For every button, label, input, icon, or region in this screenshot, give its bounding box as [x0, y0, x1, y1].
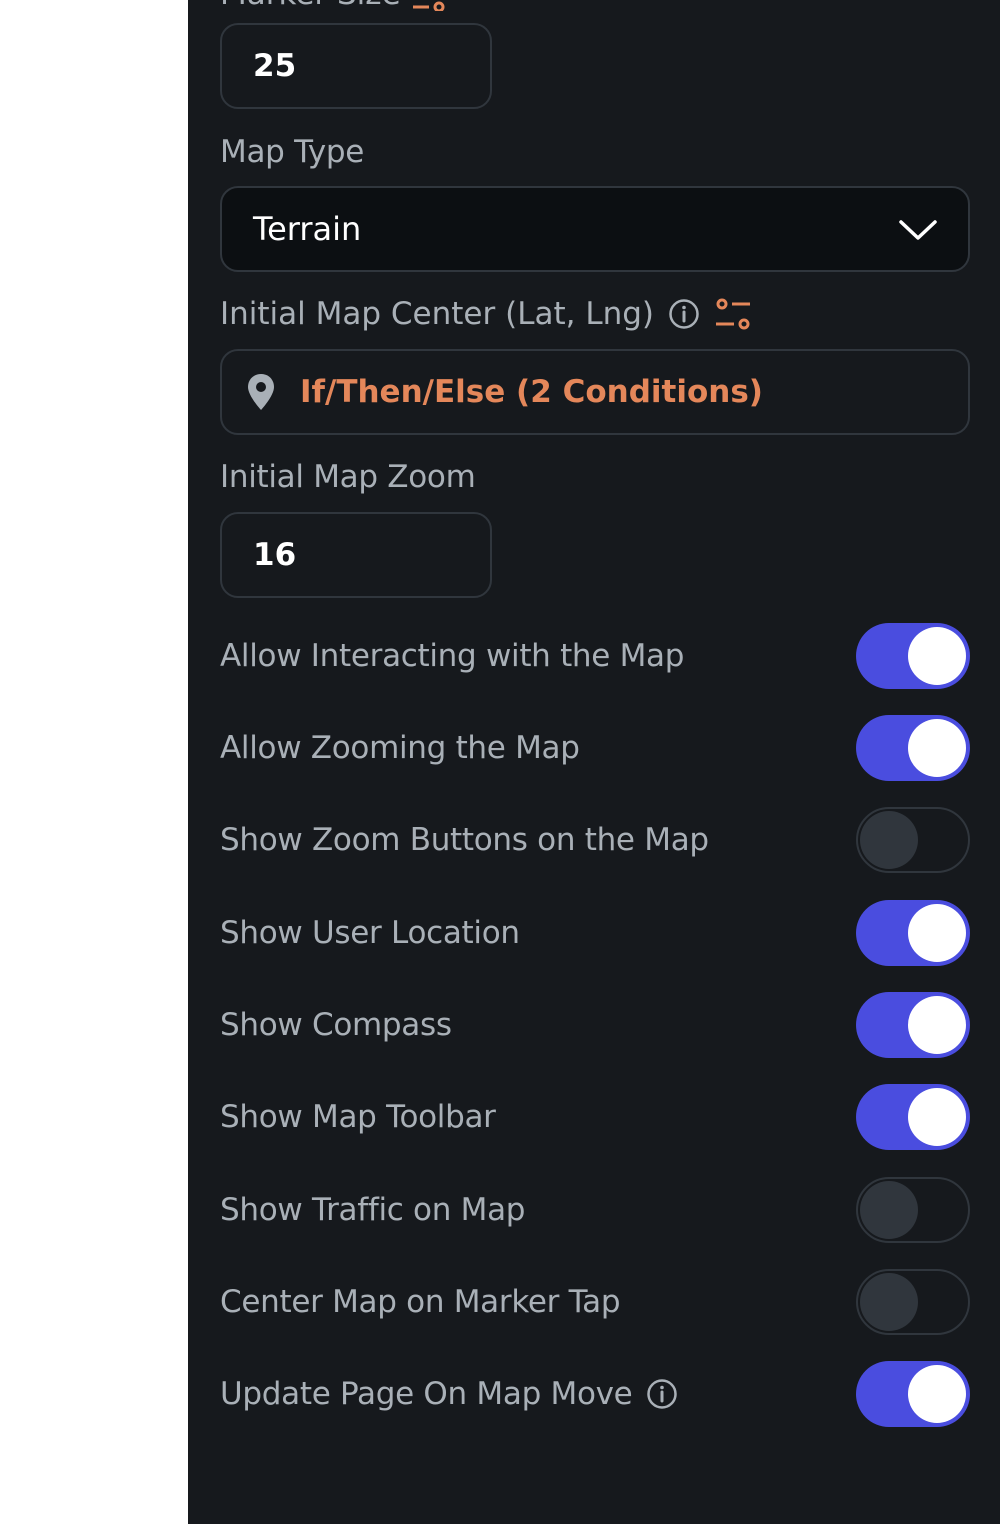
show-compass-toggle[interactable]	[856, 992, 970, 1058]
info-icon[interactable]	[668, 298, 700, 330]
initial-map-zoom-input[interactable]: 16	[220, 512, 492, 598]
marker-size-label: Marker Size	[220, 0, 401, 12]
toggle-label: Allow Zooming the Map	[220, 730, 580, 766]
toggle-row-show-user-location: Show User Location	[220, 900, 970, 966]
allow-zooming-toggle[interactable]	[856, 715, 970, 781]
toggle-label: Update Page On Map Move	[220, 1376, 633, 1412]
toggle-knob	[908, 719, 966, 777]
variable-settings-icon[interactable]	[714, 297, 752, 331]
toggle-knob	[860, 811, 918, 869]
app-canvas: Marker Size 25 Map Type Terrain Initial …	[0, 0, 1000, 1524]
toggle-label: Show Zoom Buttons on the Map	[220, 822, 709, 858]
initial-map-center-value: If/Then/Else (2 Conditions)	[300, 374, 763, 410]
show-user-location-toggle[interactable]	[856, 900, 970, 966]
toggle-label: Allow Interacting with the Map	[220, 638, 685, 674]
toggle-knob	[908, 904, 966, 962]
map-properties-panel: Marker Size 25 Map Type Terrain Initial …	[188, 0, 1000, 1524]
toggle-row-update-page-on-move: Update Page On Map Move	[220, 1361, 970, 1427]
allow-interacting-toggle[interactable]	[856, 623, 970, 689]
location-pin-icon	[248, 374, 274, 410]
map-type-selected: Terrain	[253, 210, 362, 248]
map-type-label: Map Type	[220, 134, 365, 170]
toggle-knob	[908, 996, 966, 1054]
toggle-row-show-map-toolbar: Show Map Toolbar	[220, 1084, 970, 1150]
toggle-row-center-on-marker-tap: Center Map on Marker Tap	[220, 1269, 970, 1335]
map-type-select[interactable]: Terrain	[220, 186, 970, 272]
initial-map-center-label-row: Initial Map Center (Lat, Lng)	[220, 296, 752, 332]
toggle-knob	[860, 1273, 918, 1331]
toggle-row-allow-zooming: Allow Zooming the Map	[220, 715, 970, 781]
toggle-row-show-zoom-buttons: Show Zoom Buttons on the Map	[220, 807, 970, 873]
info-icon[interactable]	[646, 1378, 678, 1410]
toggle-knob	[908, 627, 966, 685]
toggle-label: Show Compass	[220, 1007, 452, 1043]
marker-size-input[interactable]: 25	[220, 23, 492, 109]
canvas-area	[0, 0, 188, 1524]
toggle-label: Center Map on Marker Tap	[220, 1284, 621, 1320]
toggle-knob	[860, 1181, 918, 1239]
toggle-label-row: Update Page On Map Move	[220, 1376, 678, 1412]
toggle-knob	[908, 1088, 966, 1146]
toggle-row-show-compass: Show Compass	[220, 992, 970, 1058]
initial-map-zoom-value: 16	[253, 537, 297, 573]
initial-map-center-label: Initial Map Center (Lat, Lng)	[220, 296, 655, 332]
toggle-knob	[908, 1365, 966, 1423]
variable-settings-icon[interactable]	[411, 0, 449, 11]
toggle-row-allow-interacting: Allow Interacting with the Map	[220, 623, 970, 689]
toggle-label: Show Traffic on Map	[220, 1192, 526, 1228]
show-zoom-buttons-toggle[interactable]	[856, 807, 970, 873]
marker-size-value: 25	[253, 48, 297, 84]
show-map-toolbar-toggle[interactable]	[856, 1084, 970, 1150]
show-traffic-toggle[interactable]	[856, 1177, 970, 1243]
chevron-down-icon	[899, 220, 937, 240]
marker-size-label-row: Marker Size	[220, 0, 449, 12]
toggle-row-show-traffic: Show Traffic on Map	[220, 1177, 970, 1243]
toggle-label: Show User Location	[220, 915, 520, 951]
initial-map-center-input[interactable]: If/Then/Else (2 Conditions)	[220, 349, 970, 435]
center-on-marker-tap-toggle[interactable]	[856, 1269, 970, 1335]
update-page-on-map-move-toggle[interactable]	[856, 1361, 970, 1427]
initial-map-zoom-label: Initial Map Zoom	[220, 459, 476, 495]
toggle-label: Show Map Toolbar	[220, 1099, 496, 1135]
